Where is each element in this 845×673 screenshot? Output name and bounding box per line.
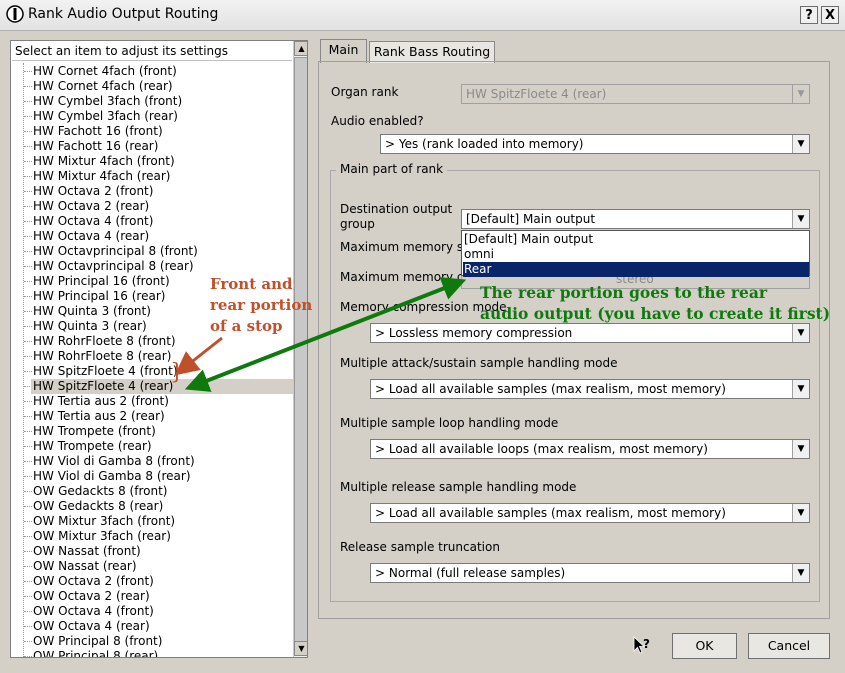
green-double-arrow <box>184 277 467 392</box>
red-arrow <box>174 336 223 376</box>
annotation-arrows <box>174 277 467 392</box>
